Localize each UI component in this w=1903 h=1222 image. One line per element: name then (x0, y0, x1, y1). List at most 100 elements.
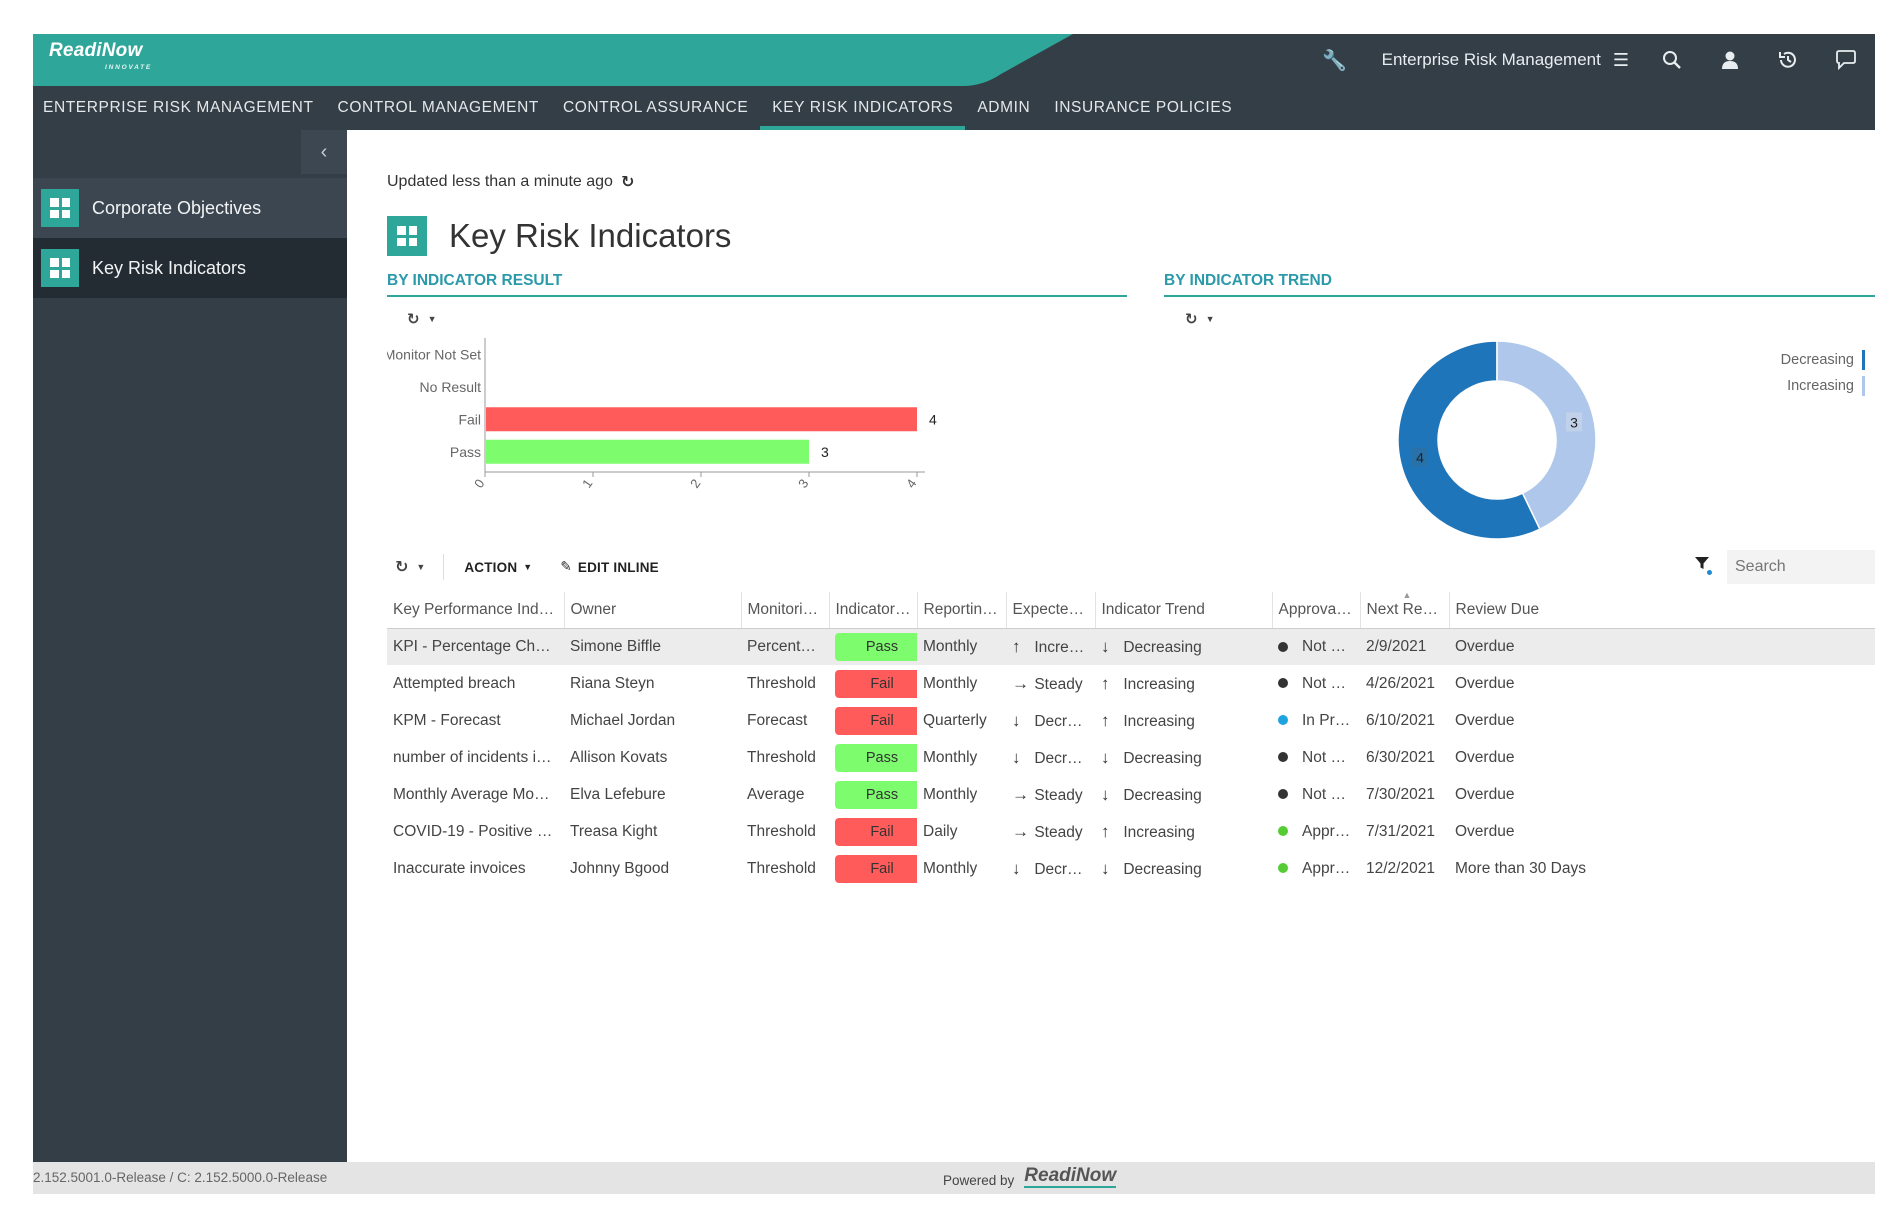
cell-monitoring[interactable]: Threshold (741, 850, 829, 887)
cell-review-due[interactable]: Overdue (1449, 702, 1875, 739)
menu-icon[interactable]: ☰ (1613, 50, 1629, 71)
refresh-icon[interactable]: ↻ (395, 557, 408, 577)
cell-kpi[interactable]: number of incidents in last ... (387, 739, 564, 776)
cell-monitoring[interactable]: Threshold (741, 739, 829, 776)
cell-reporting[interactable]: Monthly (917, 739, 1006, 776)
tab-enterprise-risk-management[interactable]: ENTERPRISE RISK MANAGEMENT (33, 86, 326, 130)
cell-indicator-trend[interactable]: ↓ Decreasing (1095, 850, 1272, 887)
cell-expected-trend[interactable]: ↓ Decreasin (1006, 739, 1095, 776)
cell-approval-status[interactable]: Not Starte (1272, 776, 1360, 813)
cell-next-review[interactable]: 4/26/2021 (1360, 665, 1449, 702)
legend-item-increasing[interactable]: Increasing (1787, 376, 1865, 396)
cell-owner[interactable]: Treasa Kight (564, 813, 741, 850)
cell-indicator-trend[interactable]: ↑ Increasing (1095, 813, 1272, 850)
cell-indicator-result[interactable]: Fail (829, 813, 917, 850)
tab-control-management[interactable]: CONTROL MANAGEMENT (326, 86, 551, 130)
app-switcher[interactable]: Enterprise Risk Management ☰ (1364, 34, 1643, 86)
cell-indicator-result[interactable]: Fail (829, 702, 917, 739)
legend-item-decreasing[interactable]: Decreasing (1781, 350, 1865, 370)
cell-reporting[interactable]: Quarterly (917, 702, 1006, 739)
grid-refresh-button[interactable]: ↻ ▼ (387, 557, 433, 577)
cell-expected-trend[interactable]: → Steady (1006, 776, 1095, 813)
table-row[interactable]: Inaccurate invoices Johnny Bgood Threshold… (387, 850, 1875, 887)
column-header-approval-status[interactable]: Approval S... (1272, 592, 1361, 629)
cell-kpi[interactable]: KPI - Percentage Change (387, 628, 564, 665)
cell-reporting[interactable]: Monthly (917, 628, 1006, 665)
cell-next-review[interactable]: 6/10/2021 (1360, 702, 1449, 739)
cell-monitoring[interactable]: Forecast (741, 702, 829, 739)
table-row[interactable]: KPI - Percentage Change Simone Biffle Perc… (387, 628, 1875, 665)
cell-monitoring[interactable]: Average (741, 776, 829, 813)
chat-icon[interactable] (1817, 34, 1875, 86)
user-icon[interactable] (1701, 34, 1759, 86)
cell-indicator-trend[interactable]: ↓ Decreasing (1095, 628, 1272, 665)
search-input[interactable] (1727, 550, 1875, 584)
cell-expected-trend[interactable]: → Steady (1006, 665, 1095, 702)
cell-owner[interactable]: Elva Lefebure (564, 776, 741, 813)
cell-indicator-result[interactable]: Pass (829, 739, 917, 776)
tab-insurance-policies[interactable]: INSURANCE POLICIES (1042, 86, 1244, 130)
cell-review-due[interactable]: Overdue (1449, 628, 1875, 665)
table-row[interactable]: COVID-19 - Positive cases i...Treasa Kig… (387, 813, 1875, 850)
cell-review-due[interactable]: Overdue (1449, 776, 1875, 813)
sidebar-item-key-risk-indicators[interactable]: Key Risk Indicators (33, 238, 347, 298)
action-menu-button[interactable]: ACTION ▼ (450, 560, 546, 575)
cell-approval-status[interactable]: Approved (1272, 813, 1360, 850)
tab-key-risk-indicators[interactable]: KEY RISK INDICATORS (760, 86, 966, 130)
cell-indicator-trend[interactable]: ↓ Decreasing (1095, 776, 1272, 813)
cell-reporting[interactable]: Monthly (917, 850, 1006, 887)
caret-down-icon[interactable]: ▼ (416, 562, 425, 572)
cell-approval-status[interactable]: Approved (1272, 850, 1360, 887)
cell-indicator-trend[interactable]: ↑ Increasing (1095, 702, 1272, 739)
cell-review-due[interactable]: Overdue (1449, 813, 1875, 850)
cell-indicator-trend[interactable]: ↑ Increasing (1095, 665, 1272, 702)
cell-kpi[interactable]: Monthly Average Monitor T... (387, 776, 564, 813)
table-row[interactable]: Monthly Average Monitor T...Elva Lefebur… (387, 776, 1875, 813)
cell-monitoring[interactable]: Threshold (741, 665, 829, 702)
cell-owner[interactable]: Riana Steyn (564, 665, 741, 702)
cell-owner[interactable]: Johnny Bgood (564, 850, 741, 887)
cell-owner[interactable]: Michael Jordan (564, 702, 741, 739)
cell-indicator-result[interactable]: Pass (829, 628, 917, 665)
cell-expected-trend[interactable]: ↓ Decreasin (1006, 850, 1095, 887)
cell-owner[interactable]: Allison Kovats (564, 739, 741, 776)
column-header-reporting[interactable]: Reporting ... (917, 592, 1007, 629)
caret-down-icon[interactable]: ▼ (1206, 314, 1215, 324)
column-header-indicator-result[interactable]: Indicator R... (829, 592, 918, 629)
column-header-indicator-trend[interactable]: Indicator Trend (1095, 592, 1273, 629)
history-icon[interactable] (1759, 34, 1817, 86)
cell-reporting[interactable]: Daily (917, 813, 1006, 850)
refresh-icon[interactable]: ↻ (1185, 310, 1198, 328)
column-header-kpi[interactable]: Key Performance Indicator (387, 592, 565, 629)
cell-indicator-result[interactable]: Fail (829, 665, 917, 702)
tab-control-assurance[interactable]: CONTROL ASSURANCE (551, 86, 760, 130)
column-header-next-review[interactable]: ▲ Next Revie... (1360, 592, 1450, 629)
cell-next-review[interactable]: 7/30/2021 (1360, 776, 1449, 813)
column-header-review-due[interactable]: Review Due (1449, 592, 1875, 629)
cell-kpi[interactable]: Attempted breach (387, 665, 564, 702)
app-logo[interactable]: ReadiNow (49, 40, 142, 62)
collapse-sidebar-button[interactable]: ‹ (301, 130, 347, 174)
cell-next-review[interactable]: 7/31/2021 (1360, 813, 1449, 850)
cell-approval-status[interactable]: In Progres (1272, 702, 1360, 739)
table-row[interactable]: number of incidents in last ...Allison K… (387, 739, 1875, 776)
cell-next-review[interactable]: 2/9/2021 (1360, 628, 1449, 665)
cell-kpi[interactable]: KPM - Forecast (387, 702, 564, 739)
wrench-icon[interactable]: 🔧 (1306, 34, 1364, 86)
cell-monitoring[interactable]: Threshold (741, 813, 829, 850)
refresh-icon[interactable]: ↻ (621, 172, 634, 192)
sidebar-item-corporate-objectives[interactable]: Corporate Objectives (33, 178, 347, 238)
cell-kpi[interactable]: Inaccurate invoices (387, 850, 564, 887)
cell-next-review[interactable]: 6/30/2021 (1360, 739, 1449, 776)
cell-kpi[interactable]: COVID-19 - Positive cases i... (387, 813, 564, 850)
cell-reporting[interactable]: Monthly (917, 776, 1006, 813)
tab-admin[interactable]: ADMIN (965, 86, 1042, 130)
cell-review-due[interactable]: More than 30 Days (1449, 850, 1875, 887)
table-row[interactable]: KPM - Forecast Michael Jordan Forecast Fail… (387, 702, 1875, 739)
column-header-expected-trend[interactable]: Expected T... (1006, 592, 1096, 629)
cell-expected-trend[interactable]: ↓ Decreasin (1006, 702, 1095, 739)
donut-chart-refresh[interactable]: ↻ ▼ (1185, 310, 1215, 328)
cell-indicator-result[interactable]: Fail (829, 850, 917, 887)
cell-monitoring[interactable]: Percentage ... (741, 628, 829, 665)
cell-approval-status[interactable]: Not Starte (1272, 665, 1360, 702)
